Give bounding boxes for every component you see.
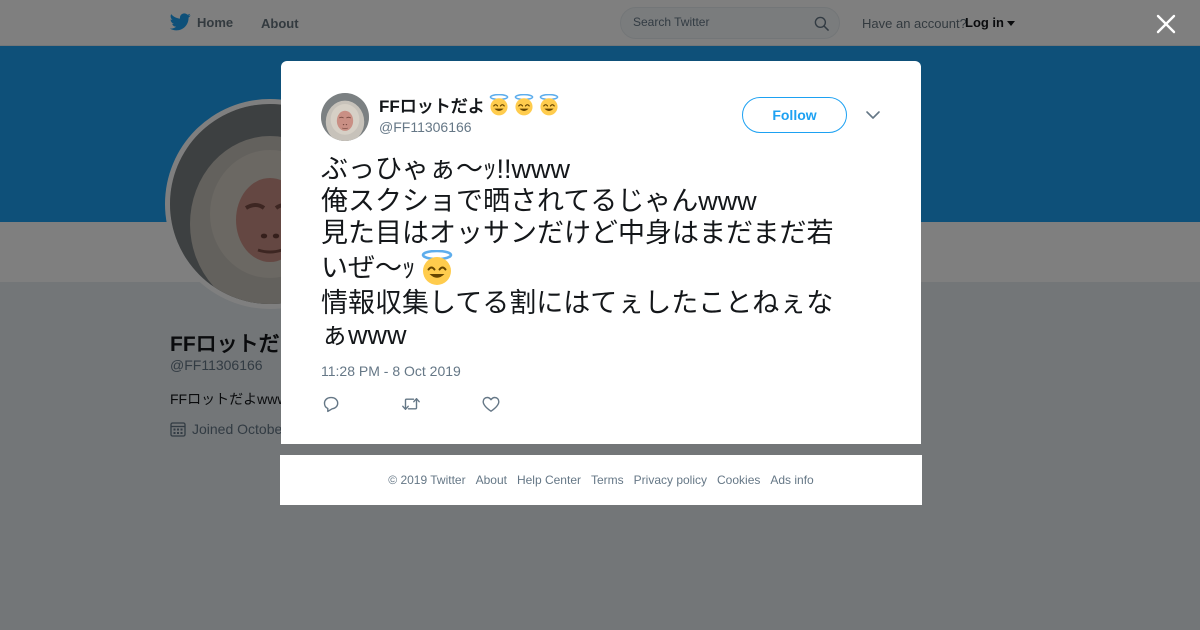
like-icon [482, 396, 500, 412]
retweet-icon [402, 398, 420, 410]
reply-icon [323, 396, 339, 413]
footer-copyright: © 2019 Twitter [388, 473, 466, 487]
footer-link-about[interactable]: About [476, 473, 507, 487]
tweet-author-handle[interactable]: @FF11306166 [379, 119, 472, 135]
tweet-actions [321, 394, 561, 414]
tweet-text: ぶっひゃぁ〜ｯ!!www 俺スクショで晒されてるじゃんwww 見た目はオッサンだ… [321, 153, 881, 351]
modal-footer: © 2019 Twitter About Help Center Terms P… [280, 455, 922, 505]
tweet-timestamp[interactable]: 11:28 PM - 8 Oct 2019 [321, 363, 461, 379]
tweet-line: 見た目はオッサンだけど中身はまだまだ若 [321, 218, 834, 248]
smiling-face-with-halo-emoji [538, 94, 560, 116]
footer-link-help-center[interactable]: Help Center [517, 473, 581, 487]
chevron-down-icon[interactable] [865, 109, 881, 121]
tweet-line-with-emoji: いぜ〜ｯ [321, 249, 881, 287]
tweet-line: 俺スクショで晒されてるじゃんwww [321, 186, 757, 216]
footer-link-cookies[interactable]: Cookies [717, 473, 760, 487]
tweet-author-name-text: FFロットだよ [379, 97, 485, 116]
reply-button[interactable] [321, 394, 401, 414]
close-icon[interactable] [1155, 13, 1177, 35]
tweet-line: いぜ〜ｯ [321, 253, 416, 283]
smiling-face-with-halo-emoji [419, 250, 455, 286]
tweet-line: 情報収集してる割にはてぇしたことねぇな [321, 288, 834, 318]
footer-link-privacy[interactable]: Privacy policy [634, 473, 707, 487]
tweet-line: ぁwww [321, 320, 407, 350]
footer-link-terms[interactable]: Terms [591, 473, 624, 487]
follow-button[interactable]: Follow [742, 97, 847, 133]
monkey-avatar-photo [321, 93, 369, 141]
tweet-line: ぶっひゃぁ〜ｯ!!www [321, 154, 570, 184]
smiling-face-with-halo-emoji [488, 94, 510, 116]
tweet-modal: FFロットだよ @FF11306166 Follow ぶっひゃぁ〜ｯ!!www … [281, 61, 921, 444]
footer-link-ads-info[interactable]: Ads info [770, 473, 813, 487]
tweet-author-name[interactable]: FFロットだよ [379, 92, 560, 117]
smiling-face-with-halo-emoji [513, 94, 535, 116]
like-button[interactable] [481, 394, 561, 414]
retweet-button[interactable] [401, 394, 481, 414]
tweet-author-avatar[interactable] [321, 93, 369, 141]
